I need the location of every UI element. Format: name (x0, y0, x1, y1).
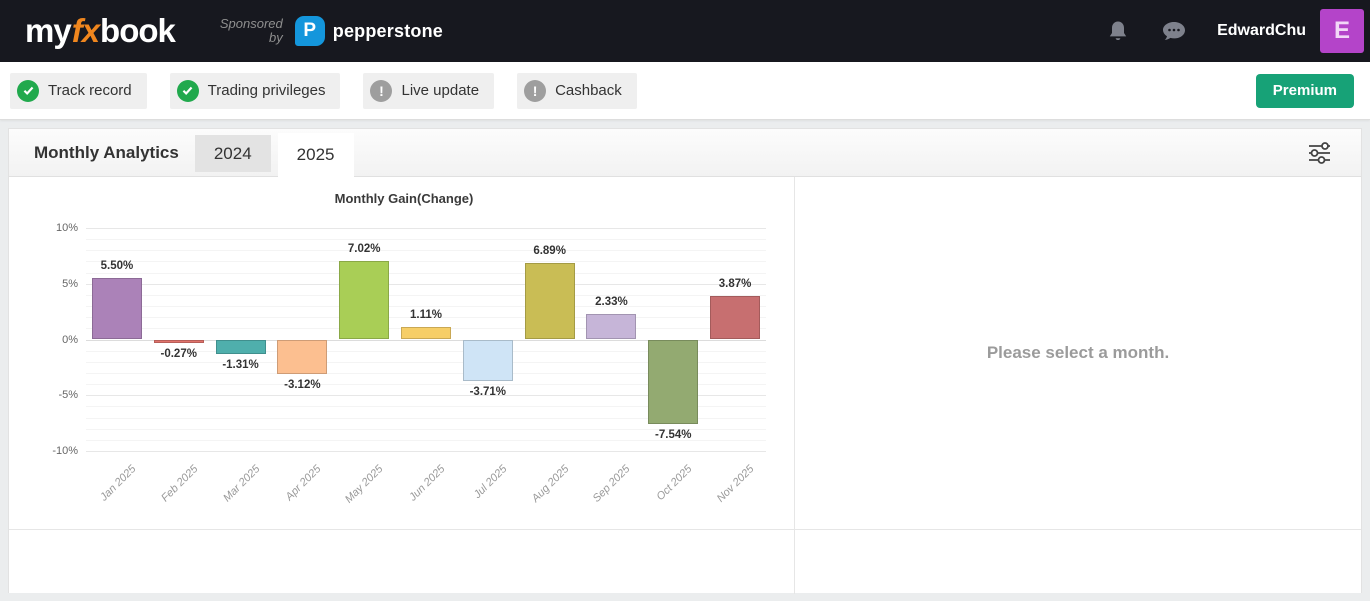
y-axis-tick: 0% (62, 333, 78, 346)
bar-may-2025[interactable] (339, 261, 390, 340)
x-axis-label: Jun 2025 (406, 463, 448, 504)
monthly-analytics-card: Monthly Analytics 2024 2025 Monthly Gain… (8, 128, 1362, 594)
section-title: Monthly Analytics (34, 143, 179, 162)
bar-jun-2025[interactable] (401, 327, 451, 340)
check-icon (176, 79, 199, 102)
pepperstone-link[interactable]: P pepperstone (294, 16, 443, 46)
badge-label: Trading privileges (207, 82, 326, 99)
exclamation-icon: ! (370, 79, 393, 102)
sponsored-line2: by (269, 30, 283, 45)
pepperstone-logo-icon: P (294, 16, 325, 46)
account-status-bar: Track record Trading privileges! Live upda… (0, 62, 1370, 120)
badge-live-update[interactable]: ! Live update (363, 72, 495, 109)
badge-label: Track record (48, 82, 132, 99)
badge-label: Cashback (555, 82, 622, 99)
month-detail-panel: Please select a month. (795, 177, 1361, 529)
logo-text-my: my (25, 12, 72, 49)
bar-value-label: 3.87% (718, 278, 752, 291)
sponsored-by-label: Sponsored by (220, 17, 283, 45)
strip-divider (9, 176, 1361, 177)
bar-sep-2025[interactable] (586, 313, 637, 340)
sliders-icon[interactable] (1306, 141, 1333, 165)
logo-text-book: book (100, 12, 176, 49)
bar-value-label: 6.89% (533, 244, 566, 257)
x-axis-label: Apr 2025 (283, 463, 324, 504)
gridline (86, 451, 766, 452)
x-axis-label: Mar 2025 (220, 463, 263, 505)
x-axis-label: Nov 2025 (714, 463, 757, 505)
y-axis-tick: -5% (58, 389, 78, 402)
bottom-right-panel (795, 529, 1361, 594)
badge-track-record[interactable]: Track record (10, 72, 147, 109)
x-axis-label: Feb 2025 (158, 463, 201, 505)
bar-mar-2025[interactable] (215, 339, 266, 355)
x-axis-label: Sep 2025 (591, 463, 633, 505)
gridline (86, 261, 766, 263)
bottom-left-panel (9, 529, 795, 594)
premium-button[interactable]: Premium (1255, 73, 1354, 108)
tab-2024[interactable]: 2024 (194, 135, 271, 172)
badge-trading-privileges[interactable]: Trading privileges (169, 72, 341, 109)
myfxbook-logo[interactable]: myfxbook (25, 12, 176, 50)
gridline (86, 306, 766, 308)
top-navbar: myfxbook Sponsored by P pepperstone Edwa… (0, 0, 1370, 62)
x-axis-label: Oct 2025 (654, 463, 695, 504)
gridline (86, 250, 766, 252)
gridline (86, 283, 766, 285)
x-axis-label: May 2025 (343, 463, 386, 506)
bar-value-label: -1.31% (222, 359, 259, 372)
sponsored-line1: Sponsored (219, 16, 283, 31)
analytics-tab-strip: Monthly Analytics 2024 2025 (9, 129, 1361, 177)
x-axis-label: Jan 2025 (97, 463, 139, 504)
gridline (86, 272, 766, 274)
status-badges: Track record Trading privileges! Live upda… (10, 72, 660, 109)
gridline (86, 294, 766, 296)
x-axis-label: Jul 2025 (471, 463, 510, 501)
bar-feb-2025[interactable] (153, 339, 204, 343)
badge-label: Live update (401, 82, 480, 99)
bar-value-label: 5.50% (100, 260, 134, 273)
pepperstone-name: pepperstone (332, 20, 443, 41)
select-month-placeholder: Please select a month. (986, 343, 1170, 362)
bar-value-label: -3.12% (284, 379, 321, 392)
y-axis-tick: 10% (55, 222, 78, 234)
x-axis-label: Aug 2025 (529, 463, 572, 505)
username[interactable]: EdwardChu (1217, 22, 1306, 40)
gridline (86, 239, 766, 241)
avatar[interactable]: E (1320, 9, 1364, 53)
monthly-gain-chart-panel: Monthly Gain(Change) 10% 5% 0% -5% -10% 5.50%… (9, 177, 795, 529)
exclamation-icon: ! (524, 79, 547, 102)
bar-apr-2025[interactable] (277, 339, 328, 375)
bar-oct-2025[interactable] (648, 339, 699, 424)
navbar-right: EdwardChu E (1105, 9, 1364, 53)
gridline (86, 228, 766, 229)
bar-nov-2025[interactable] (710, 296, 761, 340)
bar-aug-2025[interactable] (524, 262, 575, 340)
y-axis-tick: -10% (52, 445, 78, 457)
bell-icon[interactable] (1105, 18, 1131, 44)
bar-value-label: -0.27% (160, 347, 197, 360)
bar-value-label: 7.02% (347, 243, 381, 256)
bar-chart-plot-area: 10% 5% 0% -5% -10% 5.50% Jan 2025 -0.27% Feb 202… (52, 222, 766, 506)
bar-value-label: -7.54% (655, 428, 692, 441)
logo-text-fx: fx (71, 12, 100, 49)
bar-jan-2025[interactable] (91, 278, 142, 340)
chat-icon[interactable] (1161, 18, 1187, 44)
bar-value-label: -3.71% (469, 385, 507, 398)
chart-title: Monthly Gain(Change) (334, 191, 474, 206)
y-axis-tick: 5% (62, 277, 78, 290)
bar-jul-2025[interactable] (462, 339, 513, 381)
badge-cashback[interactable]: ! Cashback (517, 72, 637, 109)
analytics-content: Monthly Gain(Change) 10% 5% 0% -5% -10% 5.50%… (9, 177, 1361, 594)
bar-value-label: 1.11% (410, 309, 442, 322)
check-icon (17, 79, 39, 102)
tab-2025[interactable]: 2025 (277, 133, 354, 177)
bar-value-label: 2.33% (595, 295, 628, 308)
pepperstone-initial: P (303, 20, 317, 41)
